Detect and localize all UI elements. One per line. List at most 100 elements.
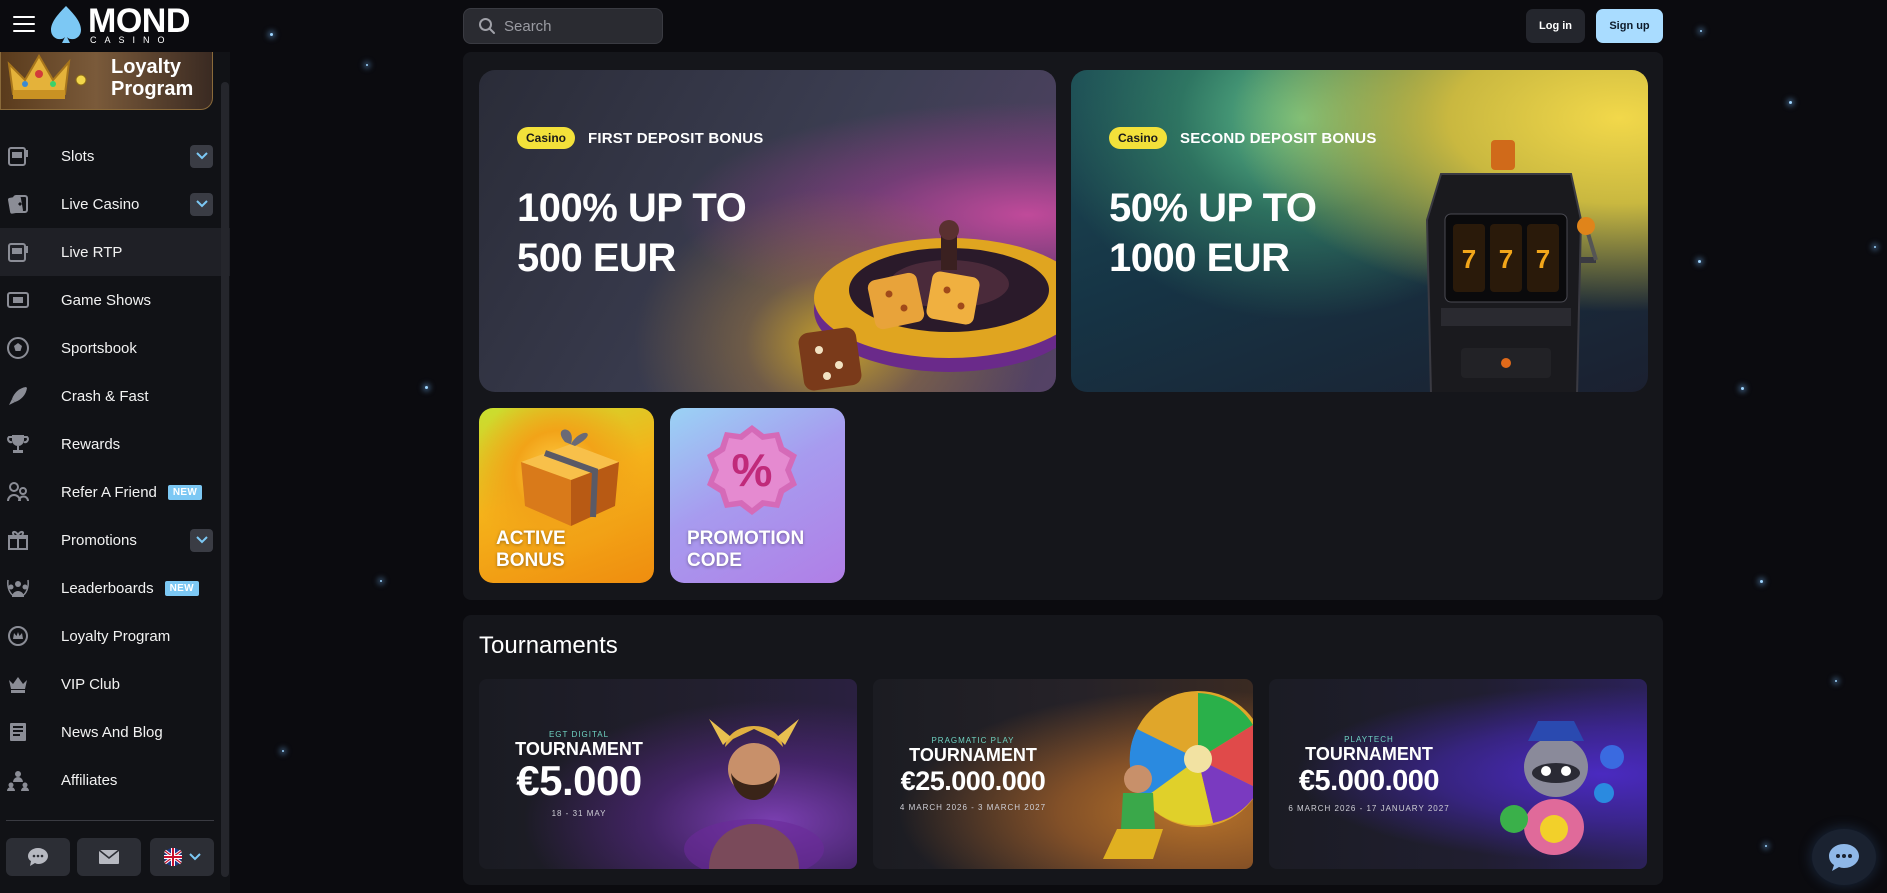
chevron-down-icon bbox=[195, 536, 208, 544]
sidebar-item-crash-fast[interactable]: Crash & Fast bbox=[0, 372, 230, 420]
second-deposit-bonus-card[interactable]: 7 7 7 Casino SECOND DEPOSIT BONUS 50% UP… bbox=[1071, 70, 1648, 392]
sidebar-item-sportsbook[interactable]: Sportsbook bbox=[0, 324, 230, 372]
sidebar-item-label: Promotions bbox=[61, 531, 137, 549]
loyalty-program-banner[interactable]: Loyalty Program bbox=[0, 52, 213, 110]
tournament-word: TOURNAMENT bbox=[515, 739, 643, 759]
casino-tag: Casino bbox=[517, 127, 576, 149]
logo-text: MOND bbox=[88, 2, 190, 40]
promo-title: FIRST DEPOSIT BONUS bbox=[588, 129, 764, 147]
crown-badge-icon bbox=[4, 622, 32, 650]
mail-icon bbox=[98, 849, 120, 864]
promo-headline-line1: 100% UP TO bbox=[517, 186, 747, 230]
tournament-prize: €5.000.000 bbox=[1298, 765, 1440, 797]
warrior-character-illustration bbox=[684, 719, 824, 869]
card-label-line1: PROMOTION bbox=[687, 528, 805, 549]
promo-title: SECOND DEPOSIT BONUS bbox=[1180, 129, 1377, 147]
sidebar-divider bbox=[6, 820, 214, 821]
live-chat-button[interactable] bbox=[6, 838, 70, 876]
cards-icon bbox=[4, 190, 32, 218]
tv-icon bbox=[4, 286, 32, 314]
promotion-code-card[interactable]: % PROMOTION CODE bbox=[670, 408, 845, 583]
sidebar-item-label: Live Casino bbox=[61, 195, 140, 213]
expand-promotions-button[interactable] bbox=[190, 528, 213, 552]
sidebar-item-live-casino[interactable]: Live Casino bbox=[0, 180, 230, 228]
leaderboard-icon bbox=[4, 574, 32, 602]
chevron-down-icon bbox=[195, 200, 208, 208]
sidebar-item-label: Crash & Fast bbox=[61, 387, 149, 405]
sidebar-item-live-rtp[interactable]: Live RTP bbox=[0, 228, 230, 276]
trophy-icon bbox=[4, 430, 32, 458]
uk-flag-icon bbox=[164, 848, 182, 866]
gift-icon bbox=[4, 526, 32, 554]
card-label-line2: CODE bbox=[687, 550, 742, 571]
provider-name: PRAGMATIC PLAY bbox=[931, 736, 1015, 745]
signup-button[interactable]: Sign up bbox=[1596, 9, 1663, 43]
support-chat-button[interactable] bbox=[1812, 829, 1876, 885]
svg-text:7: 7 bbox=[1536, 244, 1550, 274]
sidebar-item-loyalty-program[interactable]: Loyalty Program bbox=[0, 612, 230, 660]
promo-headline-line2: 500 EUR bbox=[517, 236, 676, 280]
affiliates-icon bbox=[4, 766, 32, 794]
tournaments-section: Tournaments EGT DIGITAL TOURNAMENT €5.00… bbox=[463, 615, 1663, 885]
sidebar-scrollbar[interactable] bbox=[221, 82, 229, 877]
tournament-info: PRAGMATIC PLAY TOURNAMENT €25.000.000 4 … bbox=[873, 679, 1073, 869]
roulette-dice-illustration bbox=[798, 220, 1056, 391]
tournament-word: TOURNAMENT bbox=[909, 745, 1037, 765]
tournament-card[interactable]: PRAGMATIC PLAY TOURNAMENT €25.000.000 4 … bbox=[873, 679, 1253, 869]
svg-text:7: 7 bbox=[1499, 244, 1513, 274]
promotions-panel: Casino FIRST DEPOSIT BONUS 100% UP TO 50… bbox=[463, 52, 1663, 600]
active-bonus-card[interactable]: ACTIVE BONUS bbox=[479, 408, 654, 583]
vip-crown-icon bbox=[4, 670, 32, 698]
sidebar-item-leaderboards[interactable]: Leaderboards NEW bbox=[0, 564, 230, 612]
percent-badge-icon: % bbox=[707, 425, 797, 515]
language-selector[interactable] bbox=[150, 838, 214, 876]
expand-live-casino-button[interactable] bbox=[190, 192, 213, 216]
sidebar-item-rewards[interactable]: Rewards bbox=[0, 420, 230, 468]
tournament-prize: €25.000.000 bbox=[900, 766, 1046, 796]
rocket-icon bbox=[4, 382, 32, 410]
spade-drop-logo-icon bbox=[51, 6, 81, 43]
card-label-line2: BONUS bbox=[496, 550, 565, 571]
sidebar-item-label: Refer A Friend bbox=[61, 483, 157, 501]
sidebar-item-label: Rewards bbox=[61, 435, 121, 453]
hamburger-menu-icon[interactable] bbox=[13, 16, 35, 34]
sidebar-item-vip-club[interactable]: VIP Club bbox=[0, 660, 230, 708]
slot-machine-icon bbox=[4, 238, 32, 266]
sidebar-item-label: Leaderboards bbox=[61, 579, 154, 597]
section-title: Tournaments bbox=[479, 632, 618, 659]
contact-mail-button[interactable] bbox=[77, 838, 141, 876]
promo-headline-line2: 1000 EUR bbox=[1109, 236, 1290, 280]
slot-machine-illustration: 7 7 7 bbox=[1425, 140, 1598, 392]
newspaper-icon bbox=[4, 718, 32, 746]
sidebar-item-game-shows[interactable]: Game Shows bbox=[0, 276, 230, 324]
loyalty-banner-text: Loyalty Program bbox=[111, 56, 194, 100]
new-badge: NEW bbox=[164, 580, 199, 596]
sidebar: Loyalty Program Slots Live Casino Live R… bbox=[0, 52, 230, 893]
tournament-info: EGT DIGITAL TOURNAMENT €5.000 18 - 31 MA… bbox=[479, 679, 679, 869]
gift-box-illustration bbox=[521, 429, 619, 526]
new-badge: NEW bbox=[167, 484, 203, 500]
sidebar-item-slots[interactable]: Slots bbox=[0, 132, 230, 180]
sidebar-item-label: Live RTP bbox=[61, 243, 123, 261]
first-deposit-bonus-card[interactable]: Casino FIRST DEPOSIT BONUS 100% UP TO 50… bbox=[479, 70, 1056, 392]
sidebar-item-label: News And Blog bbox=[61, 723, 163, 741]
site-logo[interactable]: MOND CASINO bbox=[48, 4, 190, 46]
promo-headline: 50% UP TO 1000 EUR bbox=[1109, 183, 1317, 283]
tournament-card[interactable]: EGT DIGITAL TOURNAMENT €5.000 18 - 31 MA… bbox=[479, 679, 857, 869]
casino-tag: Casino bbox=[1109, 127, 1168, 149]
sidebar-item-news-and-blog[interactable]: News And Blog bbox=[0, 708, 230, 756]
login-button[interactable]: Log in bbox=[1526, 9, 1585, 43]
chevron-down-icon bbox=[189, 853, 201, 861]
sidebar-item-label: Loyalty Program bbox=[61, 627, 171, 645]
sidebar-item-promotions[interactable]: Promotions bbox=[0, 516, 230, 564]
tournament-dates: 6 MARCH 2026 - 17 JANUARY 2027 bbox=[1288, 804, 1450, 813]
sidebar-item-affiliates[interactable]: Affiliates bbox=[0, 756, 230, 804]
svg-text:%: % bbox=[732, 444, 773, 496]
sidebar-item-refer-a-friend[interactable]: Refer A Friend NEW bbox=[0, 468, 230, 516]
slot-machine-icon bbox=[4, 142, 32, 170]
search-box[interactable] bbox=[463, 8, 663, 44]
sidebar-item-label: VIP Club bbox=[61, 675, 120, 693]
expand-slots-button[interactable] bbox=[190, 144, 213, 168]
tournament-card[interactable]: PLAYTECH TOURNAMENT €5.000.000 6 MARCH 2… bbox=[1269, 679, 1647, 869]
search-input[interactable] bbox=[504, 17, 654, 35]
